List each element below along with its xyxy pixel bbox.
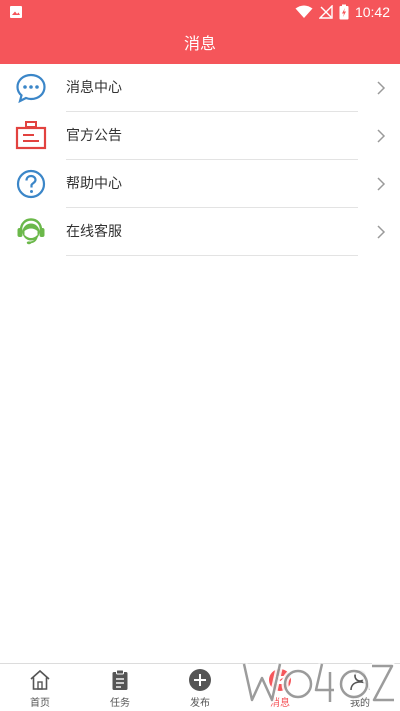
battery-charging-icon	[339, 4, 349, 20]
clipboard-icon	[112, 669, 128, 690]
message-menu-list: 消息中心 官方公告 帮助中心 在线客服	[0, 64, 400, 256]
nav-label: 任务	[110, 698, 130, 709]
help-circle-icon	[16, 169, 46, 199]
image-icon	[10, 6, 22, 18]
list-item-official-notice[interactable]: 官方公告	[0, 112, 400, 160]
nav-tasks[interactable]: 任务	[80, 664, 160, 711]
page-title: 消息	[183, 34, 216, 53]
chevron-right-icon	[377, 81, 386, 95]
chevron-right-icon	[377, 129, 386, 143]
customer-service-icon	[17, 218, 45, 245]
divider	[66, 255, 358, 256]
nav-publish[interactable]: 发布	[160, 664, 240, 711]
list-item-label: 消息中心	[66, 80, 122, 96]
list-item-label: 官方公告	[66, 128, 122, 144]
home-icon	[30, 669, 50, 690]
status-indicators: 10:42	[295, 0, 390, 24]
watermark-logo	[240, 662, 396, 704]
app-header: 10:42 消息	[0, 0, 400, 64]
wifi-icon	[295, 5, 313, 18]
nav-label: 首页	[30, 698, 50, 709]
list-item-help-center[interactable]: 帮助中心	[0, 160, 400, 208]
status-bar: 10:42	[0, 0, 400, 24]
plus-circle-icon	[189, 669, 211, 691]
notice-board-icon	[15, 121, 47, 150]
chevron-right-icon	[377, 177, 386, 191]
list-item-label: 帮助中心	[66, 176, 122, 192]
chat-bubble-icon	[16, 73, 46, 104]
list-item-label: 在线客服	[66, 224, 122, 240]
chevron-right-icon	[377, 225, 386, 239]
nav-home[interactable]: 首页	[0, 664, 80, 711]
status-time: 10:42	[354, 4, 390, 20]
list-item-message-center[interactable]: 消息中心	[0, 64, 400, 112]
list-item-online-service[interactable]: 在线客服	[0, 208, 400, 256]
nav-label: 发布	[190, 698, 210, 709]
signal-icon	[318, 5, 333, 19]
